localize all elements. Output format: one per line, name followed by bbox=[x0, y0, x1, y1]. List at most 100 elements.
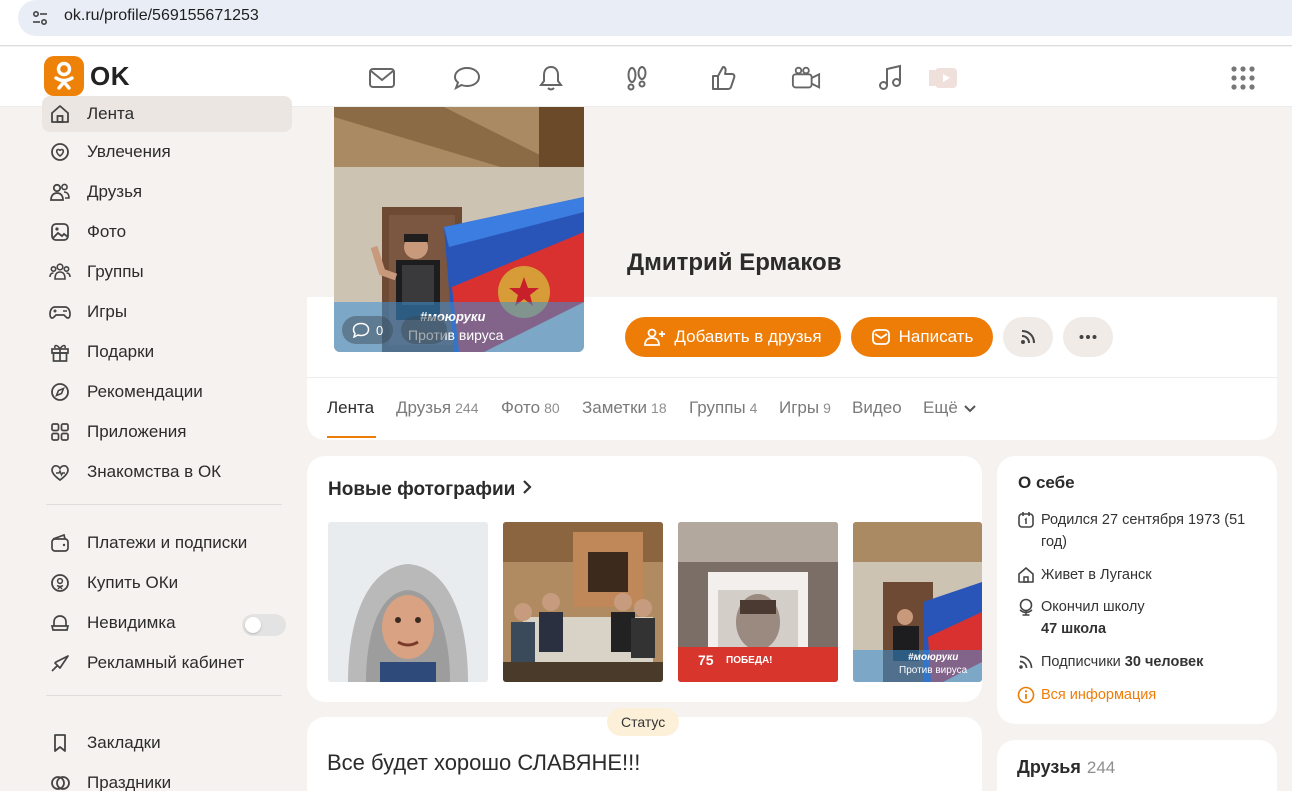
friends-title-text: Друзья bbox=[1017, 757, 1081, 777]
add-friend-icon bbox=[644, 328, 666, 346]
sidebar-item-apps[interactable]: Приложения bbox=[42, 414, 292, 450]
avatar-stats: 0 bbox=[342, 316, 448, 344]
sidebar-item-buy-oki[interactable]: Купить ОКи bbox=[42, 565, 292, 601]
profile-name: Дмитрий Ермаков bbox=[627, 249, 842, 276]
likes-thumb-icon[interactable] bbox=[708, 63, 738, 93]
tab-photo[interactable]: Фото 80 bbox=[501, 398, 560, 418]
sidebar-item-dating[interactable]: Знакомства в ОК bbox=[42, 454, 292, 490]
wallet-icon bbox=[42, 532, 78, 554]
tab-feed[interactable]: Лента bbox=[327, 398, 374, 418]
tab-notes[interactable]: Заметки 18 bbox=[582, 398, 667, 418]
sidebar-item-hobbies[interactable]: Увлечения bbox=[42, 134, 292, 170]
add-friend-button[interactable]: Добавить в друзья bbox=[625, 317, 841, 357]
more-options-button[interactable] bbox=[1063, 317, 1113, 357]
photo-icon bbox=[42, 221, 78, 243]
compass-icon bbox=[42, 381, 78, 403]
tab-count: 18 bbox=[651, 400, 667, 416]
status-text[interactable]: Все будет хорошо СЛАВЯНЕ!!! bbox=[327, 750, 640, 776]
sidebar-item-label: Платежи и подписки bbox=[87, 533, 248, 552]
about-subscribers[interactable]: Подписчики 30 человек bbox=[1017, 651, 1203, 678]
apps-icon bbox=[42, 421, 78, 443]
tabs-divider bbox=[307, 377, 1277, 378]
ok-logo[interactable]: OK bbox=[44, 56, 130, 96]
messages-icon[interactable] bbox=[367, 63, 397, 93]
sidebar-item-label: Рекламный кабинет bbox=[87, 653, 245, 672]
photo-thumb-number: 75 bbox=[698, 652, 714, 668]
comment-icon bbox=[352, 322, 370, 338]
home-icon bbox=[1017, 564, 1041, 591]
site-settings-icon[interactable] bbox=[30, 8, 50, 28]
photo-thumb-text: Против вируса bbox=[899, 665, 968, 676]
chevron-down-icon bbox=[963, 405, 976, 413]
sidebar-item-payments[interactable]: Платежи и подписки bbox=[42, 525, 292, 561]
sidebar-item-feed[interactable]: Лента bbox=[42, 96, 292, 132]
sidebar-item-groups[interactable]: Группы bbox=[42, 254, 292, 290]
sidebar-item-ads-cabinet[interactable]: Рекламный кабинет bbox=[42, 645, 292, 681]
sidebar-item-label: Лента bbox=[87, 104, 135, 123]
tab-count: 4 bbox=[749, 400, 758, 416]
photo-thumb[interactable]: #моюруки Против вируса bbox=[853, 522, 982, 682]
all-services-grid-icon[interactable] bbox=[1229, 64, 1257, 92]
sidebar-item-friends[interactable]: Друзья bbox=[42, 174, 292, 210]
bookmark-icon bbox=[42, 732, 78, 754]
video-camera-icon[interactable] bbox=[791, 63, 821, 93]
tab-label: Игры bbox=[779, 398, 820, 417]
subscribe-button[interactable] bbox=[1003, 317, 1053, 357]
photo-thumb[interactable]: 75 ПОБЕДА! bbox=[678, 522, 838, 682]
browser-address-bar: ok.ru/profile/569155671253 bbox=[0, 0, 1292, 46]
tab-label: Лента bbox=[327, 398, 375, 417]
about-city-prefix: Живет в bbox=[1041, 567, 1101, 583]
sidebar-item-invisible[interactable]: Невидимка bbox=[42, 605, 292, 641]
video-play-icon[interactable] bbox=[927, 63, 959, 93]
tab-label: Группы bbox=[689, 398, 746, 417]
sidebar-item-bookmarks[interactable]: Закладки bbox=[42, 725, 292, 761]
about-birthday-text: Родился 27 сентября 1973 (51 год) bbox=[1041, 512, 1246, 550]
write-message-button[interactable]: Написать bbox=[851, 317, 993, 357]
sidebar-item-recommendations[interactable]: Рекомендации bbox=[42, 374, 292, 410]
avatar-comments-count: 0 bbox=[376, 322, 384, 338]
tab-games[interactable]: Игры 9 bbox=[779, 398, 831, 418]
sidebar-item-label: Праздники bbox=[87, 773, 172, 791]
photo-thumb[interactable] bbox=[503, 522, 663, 682]
ads-icon bbox=[42, 652, 78, 674]
url-text[interactable]: ok.ru/profile/569155671253 bbox=[64, 7, 259, 25]
about-title: О себе bbox=[1018, 473, 1075, 492]
guests-footprints-icon[interactable] bbox=[622, 63, 652, 93]
about-all-info-link[interactable]: Вся информация bbox=[1017, 684, 1156, 711]
invisible-icon bbox=[42, 612, 78, 634]
about-city-link[interactable]: Луганск bbox=[1100, 567, 1152, 583]
sidebar-item-holidays[interactable]: Праздники bbox=[42, 765, 292, 791]
invisible-toggle[interactable] bbox=[242, 614, 286, 636]
tab-friends[interactable]: Друзья 244 bbox=[396, 398, 479, 418]
about-all-info-text: Вся информация bbox=[1041, 687, 1157, 703]
tab-video[interactable]: Видео bbox=[852, 398, 902, 418]
hobby-icon bbox=[42, 141, 78, 163]
sidebar-item-label: Друзья bbox=[87, 182, 143, 201]
new-photos-title[interactable]: Новые фотографии bbox=[328, 479, 533, 501]
music-note-icon[interactable] bbox=[876, 63, 906, 93]
about-city: Живет в Луганск bbox=[1017, 564, 1152, 591]
photo-thumb-tag: #моюруки bbox=[908, 652, 959, 663]
about-school-name[interactable]: 47 школа bbox=[1041, 621, 1106, 637]
tab-more[interactable]: Ещё bbox=[923, 398, 977, 418]
photo-thumb[interactable] bbox=[328, 522, 488, 682]
avatar-like-pill[interactable] bbox=[401, 316, 448, 344]
sidebar-item-photo[interactable]: Фото bbox=[42, 214, 292, 250]
home-icon bbox=[42, 103, 78, 125]
coin-icon bbox=[42, 572, 78, 594]
avatar-comments-pill[interactable]: 0 bbox=[342, 316, 394, 344]
friends-title[interactable]: Друзья 244 bbox=[1017, 757, 1115, 778]
sidebar-item-games[interactable]: Игры bbox=[42, 294, 292, 330]
status-badge: Статус bbox=[607, 708, 680, 736]
tab-label: Заметки bbox=[582, 398, 648, 417]
sidebar-item-label: Игры bbox=[87, 302, 128, 321]
tab-groups[interactable]: Группы 4 bbox=[689, 398, 757, 418]
tab-count: 244 bbox=[455, 400, 479, 416]
sidebar-item-label: Невидимка bbox=[87, 613, 176, 632]
tab-count: 9 bbox=[823, 400, 831, 416]
sidebar-item-label: Рекомендации bbox=[87, 382, 203, 401]
tab-label: Видео bbox=[852, 398, 902, 417]
discussions-icon[interactable] bbox=[452, 63, 482, 93]
notifications-bell-icon[interactable] bbox=[536, 63, 566, 93]
sidebar-item-gifts[interactable]: Подарки bbox=[42, 334, 292, 370]
